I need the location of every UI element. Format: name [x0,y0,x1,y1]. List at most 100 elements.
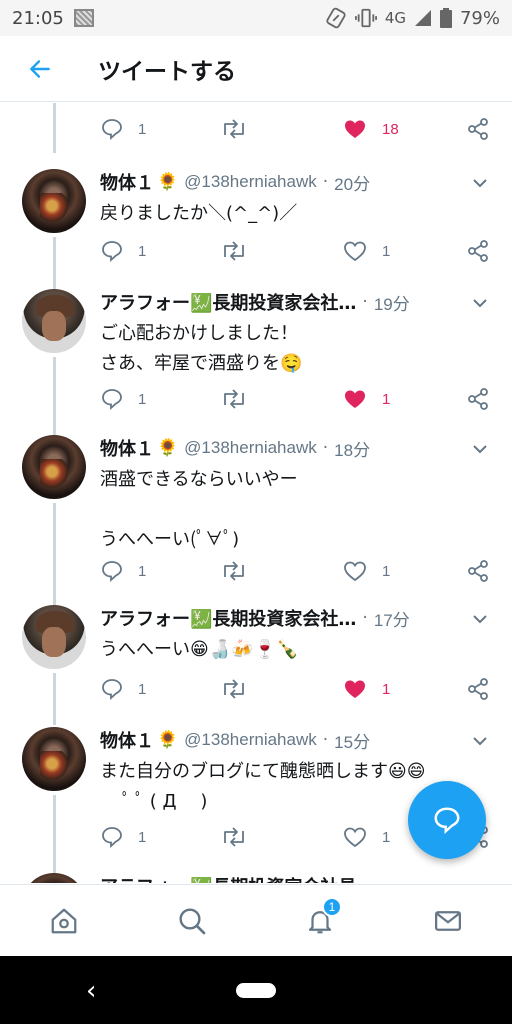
share-icon [468,118,488,140]
avatar[interactable] [22,289,86,353]
system-nav-bar: ‹ [0,956,512,1024]
separator-dot: · [362,292,368,312]
tweet-header: 物体１ 🌻 @138herniahawk · 18分 [100,435,500,461]
retweet-icon [224,389,244,409]
tweet-header: 物体１ 🌻 @138herniahawk · 15分 [100,727,500,753]
reply-button[interactable]: 1 [100,817,146,857]
reply-compose-icon [434,807,460,835]
tweet-header: 物体１ 🌻 @138herniahawk · 20分 [100,169,500,195]
compose-reply-fab[interactable] [408,781,486,859]
like-button[interactable]: 1 [342,379,390,419]
reply-button[interactable]: 1 [100,669,146,709]
reply-icon [102,679,122,701]
vibrate-icon [354,8,377,28]
share-icon [468,678,488,700]
name-emoji: 🌻 [157,730,179,750]
chevron-down-icon[interactable] [470,293,490,313]
heart-filled-icon [345,390,365,408]
avatar[interactable] [22,435,86,499]
like-count: 1 [382,828,391,846]
tweet-header: アラフォー💹長期投資家会社… · 17分 [100,605,500,631]
display-name: 物体１ [100,731,154,752]
like-count: 1 [382,562,391,580]
retweet-icon [224,241,244,261]
like-count: 1 [382,390,391,408]
retweet-button[interactable] [220,231,248,271]
tweet-text: ご心配おかけしました！ さあ、牢屋で酒盛りを🤤 [100,323,303,374]
chevron-down-icon[interactable] [470,439,490,459]
tab-home[interactable] [24,885,104,957]
avatar[interactable] [22,873,86,883]
reply-icon [102,827,122,849]
chevron-down-icon[interactable] [470,731,490,751]
tweet-actions: 1 1 [0,379,512,419]
reply-icon [102,561,122,583]
tweet-actions: 1 1 [0,669,512,709]
like-button[interactable]: 1 [342,231,390,271]
status-bar: 21:05 4G 79% [0,0,512,36]
display-name: 物体１ [100,173,154,194]
tweet-header: アラフォー💹長期投資家会社… · 19分 [100,289,500,315]
like-button[interactable]: 1 [342,669,390,709]
like-button[interactable]: 18 [342,109,399,149]
page-title: ツイートする [98,58,236,85]
tweet-time: 17分 [373,610,410,630]
reply-button[interactable]: 1 [100,109,146,149]
like-button[interactable]: 1 [342,551,390,591]
tab-notifications[interactable]: 1 [280,885,360,957]
retweet-icon [224,679,244,699]
tweet-header: アラフォー💹長期投資家会社員 [100,873,500,883]
battery-percent: 79% [459,7,500,29]
tweet-thread: 1 18 物体１ 🌻 @138herniahawk · 20分 戻りましたか＼(… [0,103,512,883]
share-button[interactable] [466,551,490,591]
reply-button[interactable]: 1 [100,551,146,591]
retweet-button[interactable] [220,379,248,419]
avatar[interactable] [22,169,86,233]
reply-count: 1 [138,828,147,846]
tab-messages[interactable] [408,885,488,957]
tweet-text: 酒盛できるならいいやー うへへーい(ﾟ∀ﾟ) [100,469,298,550]
app-header: ツイートする [0,36,512,102]
separator-dot: · [322,438,329,458]
reply-button[interactable]: 1 [100,231,146,271]
tweet-time: 15分 [334,732,371,752]
like-count: 1 [382,242,391,260]
chevron-down-icon[interactable] [470,173,490,193]
retweet-icon [224,119,244,139]
chevron-down-icon[interactable] [470,609,490,629]
retweet-button[interactable] [220,551,248,591]
user-handle: @138herniahawk [184,730,317,749]
reply-icon [102,389,122,411]
display-name: アラフォー💹長期投資家会社… [100,609,357,630]
retweet-button[interactable] [220,817,248,857]
user-handle: @138herniahawk [184,172,317,191]
like-button[interactable]: 1 [342,817,390,857]
status-time: 21:05 [12,7,64,29]
display-name: アラフォー💹長期投資家会社… [100,293,357,314]
tweet-text: うへへーい😁🍶🍻🍷🍾 [100,639,299,660]
avatar[interactable] [22,727,86,791]
display-name: アラフォー💹長期投資家会社員 [100,873,356,883]
tweet-actions: 1 1 [0,231,512,271]
share-button[interactable] [466,109,490,149]
avatar[interactable] [22,605,86,669]
reply-button[interactable]: 1 [100,379,146,419]
share-button[interactable] [466,669,490,709]
system-home-pill[interactable] [236,983,276,998]
battery-icon [439,8,452,28]
retweet-icon [224,561,244,581]
like-count: 1 [382,680,391,698]
back-button[interactable] [0,36,80,102]
heart-filled-icon [345,120,365,138]
reply-count: 1 [138,562,147,580]
reply-count: 1 [138,120,147,138]
share-button[interactable] [466,231,490,271]
share-button[interactable] [466,379,490,419]
retweet-button[interactable] [220,669,248,709]
notification-badge: 1 [322,897,342,917]
separator-dot: · [322,730,329,750]
retweet-button[interactable] [220,109,248,149]
tab-search[interactable] [152,885,232,957]
system-back-icon[interactable]: ‹ [86,976,96,1006]
back-arrow-icon [30,59,50,78]
